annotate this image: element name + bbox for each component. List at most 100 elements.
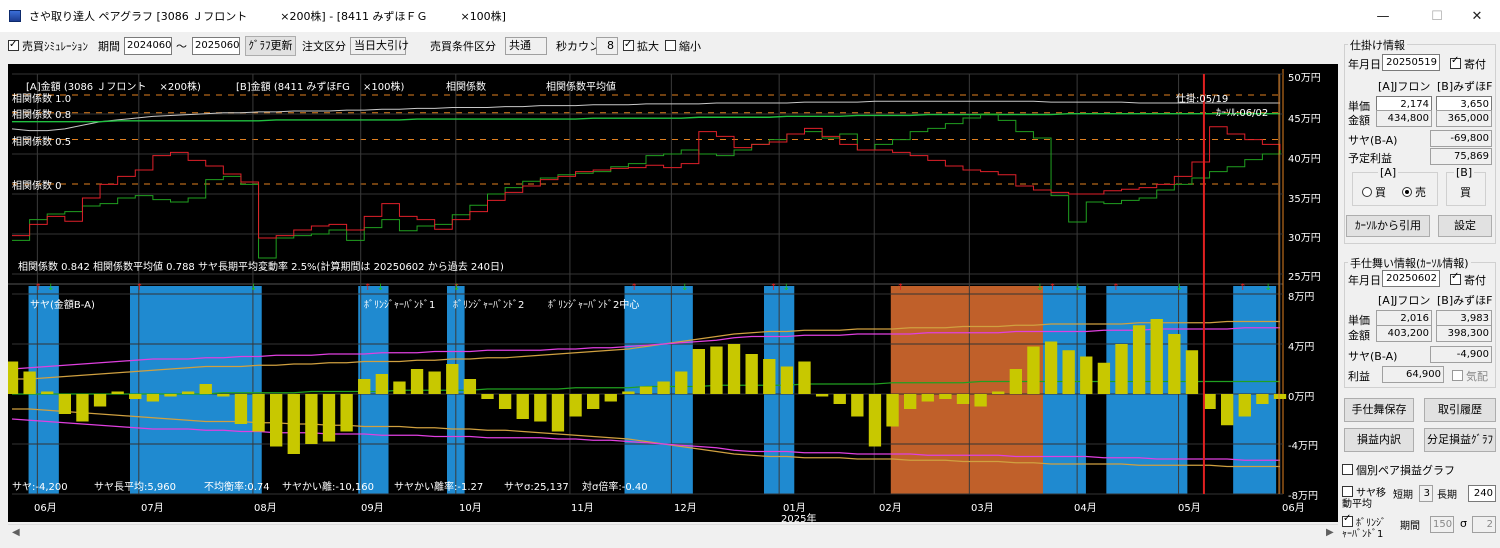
entry-info-title: 仕掛け情報 (1348, 37, 1407, 53)
entry-yorituki-checkbox[interactable] (1450, 55, 1461, 69)
save-exit-button[interactable]: 手仕舞保存 (1344, 398, 1414, 422)
entry-yorituki-label: 寄付 (1464, 58, 1486, 71)
spread-bar (992, 391, 1005, 394)
moving-average-toggle[interactable]: サヤ移動平均 (1342, 486, 1386, 510)
sigma-value[interactable]: 2 (1472, 516, 1496, 533)
exit-kihai-checkbox[interactable] (1452, 370, 1463, 381)
ma-short-value[interactable]: 3 (1419, 485, 1433, 502)
exit-kihai-toggle[interactable]: 気配 (1452, 368, 1488, 384)
spread-bar (181, 391, 195, 394)
trade-condition-value[interactable]: 共通 (505, 37, 547, 55)
legend-b-amount: [B]金額 (8411 みずほFG ×100株) (236, 82, 405, 93)
spread-bar (41, 391, 54, 394)
x-tick: 12月 (674, 503, 697, 514)
moving-average-checkbox[interactable] (1342, 486, 1353, 497)
corr-label-0-5: 相関係数 0.5 (12, 137, 72, 148)
spread-bar (1080, 356, 1093, 394)
zoom-in-toggle[interactable]: 拡大 (623, 37, 659, 55)
horizontal-scrollbar[interactable]: ◀ ▶ (8, 524, 1338, 542)
zoom-in-checkbox[interactable] (623, 37, 634, 53)
side-a-sell-radio[interactable] (1402, 187, 1412, 197)
simulation-toggle[interactable]: 売買ｼﾐｭﾚｰｼｮﾝ (8, 37, 88, 55)
exit-col-a: [A]Jフロン (1378, 294, 1431, 307)
legend-bollinger-1: ﾎﾞﾘﾝｼﾞｬｰﾊﾞﾝﾄﾞ1 (364, 300, 436, 311)
sell-arrow-icon: ↑ (1112, 283, 1120, 293)
buy-arrow-icon: ↓ (453, 283, 461, 293)
history-button[interactable]: 取引履歴 (1424, 398, 1496, 422)
pl-detail-button[interactable]: 損益内訳 (1344, 428, 1414, 452)
entry-yorituki-toggle[interactable]: 寄付 (1450, 55, 1486, 72)
spread-bar (1062, 350, 1075, 394)
spread-bar (868, 394, 882, 447)
pair-chart-area[interactable]: ↑ ↓ ↑ ↓ ↑ ↓ ↑ ↓ ↑ ↓ ↑ ↓ ↑ ↓ ↑ ↓ ↑ ↓ ↑ ↓ [A]金額 (3086 Ｊフロント ×… (8, 64, 1338, 525)
stat-spread: サヤ:-4,200 (12, 482, 68, 493)
spread-bar (1238, 394, 1251, 417)
x-tick: 04月 (1074, 503, 1097, 514)
bollinger-checkbox[interactable] (1342, 513, 1353, 527)
zoom-out-toggle[interactable]: 縮小 (665, 39, 701, 55)
entry-amount-label: 金額 (1348, 114, 1370, 127)
entry-col-b: [B]みずほF (1437, 80, 1493, 93)
pair-pl-graph-checkbox[interactable] (1342, 464, 1353, 475)
zoom-out-checkbox[interactable] (665, 40, 676, 51)
exit-yorituki-checkbox[interactable] (1450, 271, 1461, 285)
buy-arrow-icon: ↓ (1264, 283, 1272, 293)
exit-yorituki-toggle[interactable]: 寄付 (1450, 271, 1486, 288)
stat-divergence-rate: サヤかい離率:-1.27 (394, 482, 484, 493)
seconds-value[interactable]: 8 (596, 37, 618, 55)
spread-bar (58, 394, 71, 414)
entry-date-label: 年月日 (1348, 58, 1381, 71)
spread-bar (1027, 346, 1040, 394)
stat-imbalance: 不均衡率:0.74 (204, 482, 270, 493)
stat-sigma: サヤσ:25,137 (504, 482, 569, 493)
order-type-label: 注文区分 (302, 40, 346, 53)
buy-arrow-icon: ↓ (250, 283, 258, 293)
exit-amount-b: 398,300 (1436, 325, 1492, 342)
spread-bar (111, 391, 124, 394)
period-to-input[interactable]: 20250602 (192, 37, 240, 55)
side-a-sell[interactable]: 売 (1402, 184, 1426, 200)
spread-bar (745, 354, 758, 394)
pair-pl-graph-toggle[interactable]: 個別ペア損益グラフ (1342, 462, 1455, 478)
x-tick: 08月 (254, 503, 277, 514)
minimize-button[interactable]: — (1360, 0, 1406, 32)
spread-bar (1097, 362, 1111, 394)
spread-bar (1203, 394, 1216, 409)
entry-spread-label: サヤ(B-A) (1348, 134, 1398, 147)
close-button[interactable]: ✕ (1454, 0, 1500, 32)
exit-profit-label: 利益 (1348, 370, 1370, 383)
minute-pl-graph-button[interactable]: 分足損益ｸﾞﾗﾌ (1424, 428, 1496, 452)
spread-bar (270, 394, 283, 447)
exit-date-input[interactable]: 20250602 (1382, 270, 1440, 287)
scroll-right-icon[interactable]: ▶ (1326, 527, 1334, 538)
bollinger-period-value[interactable]: 150 (1430, 516, 1454, 533)
exit-spread-value: -4,900 (1430, 346, 1492, 363)
series-line-b-amount (12, 113, 1281, 259)
bollinger-toggle[interactable]: ﾎﾞﾘﾝｼﾞｬｰﾊﾞﾝﾄﾞ1 (1342, 513, 1390, 540)
spread-bar (393, 381, 406, 394)
exit-profit-value: 64,900 (1382, 366, 1444, 383)
spread-bar (780, 366, 794, 394)
entry-date-input[interactable]: 20250519 (1382, 54, 1440, 71)
cursor-marker-label: ｶｰｿﾙ:06/02 (1216, 108, 1269, 119)
period-from-input[interactable]: 20240602 (124, 37, 172, 55)
spread-bar (727, 344, 741, 394)
spread-bar (904, 394, 917, 409)
legend-bollinger-2: ﾎﾞﾘﾝｼﾞｬｰﾊﾞﾝﾄﾞ2 (453, 300, 525, 311)
simulation-checkbox[interactable] (8, 37, 19, 53)
graph-update-button[interactable]: ｸﾞﾗﾌ更新 (245, 36, 296, 56)
period-label: 期間 (98, 40, 120, 53)
order-type-value[interactable]: 当日大引け (350, 37, 409, 55)
exit-col-b: [B]みずほF (1437, 294, 1493, 307)
series-line-correlation (11, 100, 1280, 132)
y-tick-bottom: 4万円 (1288, 342, 1315, 353)
x-tick: 06月 (34, 503, 57, 514)
scroll-left-icon[interactable]: ◀ (12, 527, 20, 538)
pair-pl-graph-label: 個別ペア損益グラフ (1356, 464, 1455, 477)
cursor-quote-button[interactable]: ｶｰｿﾙから引用 (1346, 215, 1430, 237)
side-a-buy[interactable]: 買 (1362, 184, 1386, 200)
side-a-buy-radio[interactable] (1362, 187, 1372, 197)
exit-info-title: 手仕舞い情報(ｶｰｿﾙ情報) (1348, 255, 1471, 271)
settings-button[interactable]: 設定 (1438, 215, 1492, 237)
ma-long-value[interactable]: 240 (1468, 485, 1496, 502)
